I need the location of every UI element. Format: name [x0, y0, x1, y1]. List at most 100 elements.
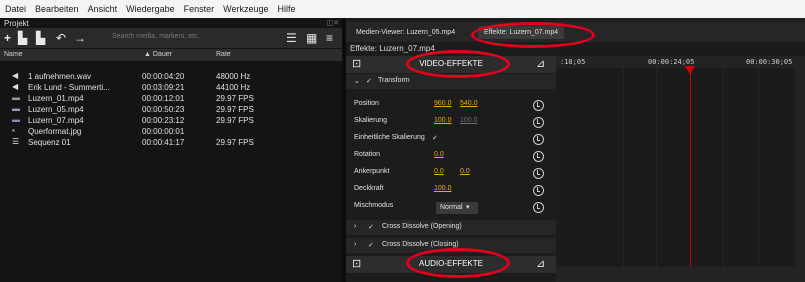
item-name: Luzern_05.mp4 — [28, 105, 84, 114]
list-item[interactable]: ▪ Querformat.jpg 00:00:00:01 — [0, 126, 342, 137]
list-item[interactable]: ▬ Luzern_01.mp4 00:00:12:01 29.97 FPS — [0, 93, 342, 104]
playhead-handle[interactable] — [685, 66, 695, 74]
grid-line — [623, 68, 624, 267]
list-item[interactable]: ▬ Luzern_05.mp4 00:00:50:23 29.97 FPS — [0, 104, 342, 115]
item-duration: 00:00:00:01 — [142, 127, 185, 136]
effect-settings-icon[interactable]: ⊿ — [536, 57, 545, 70]
position-x-field[interactable]: 960.0 — [434, 100, 452, 107]
menu-datei[interactable]: Datei — [5, 4, 26, 14]
add-icon[interactable]: + — [4, 31, 11, 45]
item-name: 1 aufnehmen.wav — [28, 72, 92, 81]
column-name[interactable]: Name — [4, 51, 23, 58]
save-icon[interactable]: ▙ — [36, 31, 45, 45]
keyframe-icon[interactable] — [533, 100, 544, 111]
menu-ansicht[interactable]: Ansicht — [88, 4, 118, 14]
list-item[interactable]: ◀ 1 aufnehmen.wav 00:00:04:20 48000 Hz — [0, 71, 342, 82]
undo-icon[interactable]: ↶ — [56, 31, 66, 45]
grid-view-icon[interactable]: ▦ — [306, 31, 317, 45]
project-panel-title: Projekt — [4, 19, 29, 28]
checkbox-icon[interactable]: ✓ — [366, 77, 372, 85]
checkbox-icon[interactable]: ✓ — [368, 241, 374, 249]
vertical-scrollbar[interactable] — [795, 68, 805, 267]
menu-fenster[interactable]: Fenster — [184, 4, 215, 14]
image-icon: ▪ — [12, 126, 15, 135]
item-duration: 00:00:23:12 — [142, 116, 185, 125]
scale-y-field[interactable]: 100.0 — [460, 117, 478, 124]
playhead[interactable] — [690, 68, 691, 267]
video-icon: ▬ — [12, 104, 20, 113]
cross-dissolve-opening-section[interactable]: › ✓ Cross Dissolve (Opening) — [346, 220, 556, 235]
scale-x-field[interactable]: 100.0 — [434, 117, 452, 124]
anchor-x-field[interactable]: 0.0 — [434, 168, 444, 175]
column-rate[interactable]: Rate — [216, 51, 231, 58]
import-file-icon[interactable]: ▙ — [18, 31, 27, 45]
keyframe-icon[interactable] — [533, 117, 544, 128]
tab-media-viewer[interactable]: Medien-Viewer: Luzern_05.mp4 — [350, 26, 461, 39]
property-label: Skalierung — [354, 117, 388, 124]
property-label: Position — [354, 100, 379, 107]
menu-icon[interactable]: ≡ — [326, 31, 333, 45]
list-item[interactable]: ◀ Erik Lund - Summerti... 00:03:09:21 44… — [0, 82, 342, 93]
column-duration[interactable]: ▲ Dauer — [144, 51, 172, 58]
item-duration: 00:00:12:01 — [142, 94, 185, 103]
property-label: Rotation — [354, 151, 381, 158]
property-label: Deckkraft — [354, 185, 384, 192]
menu-hilfe[interactable]: Hilfe — [277, 4, 295, 14]
highlight-ring-audio-effects — [406, 248, 510, 278]
transform-label: Transform — [378, 77, 410, 84]
opacity-field[interactable]: 100.0 — [434, 185, 452, 192]
search-input[interactable]: Search media, markers, etc. — [112, 33, 200, 40]
chevron-right-icon[interactable]: › — [354, 241, 356, 248]
item-rate: 29.97 FPS — [216, 116, 254, 125]
position-y-field[interactable]: 540.0 — [460, 100, 478, 107]
blend-mode-select[interactable]: Normal ▾ — [436, 202, 478, 214]
video-icon: ▬ — [12, 93, 20, 102]
property-anchor: Ankerpunkt 0.0 0.0 — [346, 166, 556, 180]
project-panel: Projekt ◫✕ + ▙ ▙ ↶ → Search media, marke… — [0, 18, 342, 282]
list-item[interactable]: ▬ Luzern_07.mp4 00:00:23:12 29.97 FPS — [0, 115, 342, 126]
highlight-ring-effects-tab — [471, 22, 595, 48]
item-name: Sequenz 01 — [28, 138, 71, 147]
item-rate: 29.97 FPS — [216, 138, 254, 147]
item-name: Querformat.jpg — [28, 127, 82, 136]
item-rate: 44100 Hz — [216, 83, 251, 92]
timecode-tick: :18;05 — [560, 58, 586, 66]
item-name: Erik Lund - Summerti... — [28, 83, 110, 92]
chevron-right-icon[interactable]: › — [354, 223, 356, 230]
item-name: Luzern_07.mp4 — [28, 116, 84, 125]
checkbox-icon[interactable]: ✓ — [368, 223, 374, 231]
timecode-tick: 00:00:30;05 — [746, 58, 793, 66]
keyframe-icon[interactable] — [533, 185, 544, 196]
cross-dissolve-opening-label: Cross Dissolve (Opening) — [382, 223, 462, 230]
list-view-icon[interactable]: ☰ — [286, 31, 297, 45]
effect-settings-icon[interactable]: ⊿ — [536, 257, 545, 270]
menu-wiedergabe[interactable]: Wiedergabe — [126, 4, 175, 14]
item-duration: 00:00:04:20 — [142, 72, 185, 81]
keyframe-icon[interactable] — [533, 151, 544, 162]
property-label: Mischmodus — [354, 202, 394, 209]
anchor-y-field[interactable]: 0.0 — [460, 168, 470, 175]
horizontal-scrollbar[interactable] — [556, 267, 805, 282]
keyframe-icon[interactable] — [533, 134, 544, 145]
property-position: Position 960.0 540.0 — [346, 98, 556, 112]
menubar: Datei Bearbeiten Ansicht Wiedergabe Fens… — [0, 0, 805, 18]
keyframe-icon[interactable] — [533, 202, 544, 213]
timeline-panel[interactable] — [556, 42, 805, 282]
chevron-down-icon: ▾ — [466, 204, 470, 211]
keyframe-icon[interactable] — [533, 168, 544, 179]
cross-dissolve-closing-label: Cross Dissolve (Closing) — [382, 241, 459, 248]
grid-line — [758, 68, 759, 267]
list-item[interactable]: ☰ Sequenz 01 00:00:41:17 29.97 FPS — [0, 137, 342, 148]
panel-undock-icon[interactable]: ◫✕ — [327, 19, 339, 27]
blend-mode-value: Normal — [440, 204, 463, 211]
menu-werkzeuge[interactable]: Werkzeuge — [223, 4, 268, 14]
rotation-field[interactable]: 0.0 — [434, 151, 444, 158]
chevron-down-icon[interactable]: ⌄ — [354, 77, 360, 85]
item-name: Luzern_01.mp4 — [28, 94, 84, 103]
audio-icon: ◀ — [12, 71, 19, 80]
menu-bearbeiten[interactable]: Bearbeiten — [35, 4, 79, 14]
uniform-scale-checkbox[interactable]: ✓ — [432, 134, 438, 142]
redo-icon[interactable]: → — [74, 31, 86, 45]
property-blend-mode: Mischmodus Normal ▾ — [346, 200, 556, 214]
timeline-ruler[interactable]: :18;05 00:00:24;05 00:00:30;05 — [556, 56, 805, 68]
